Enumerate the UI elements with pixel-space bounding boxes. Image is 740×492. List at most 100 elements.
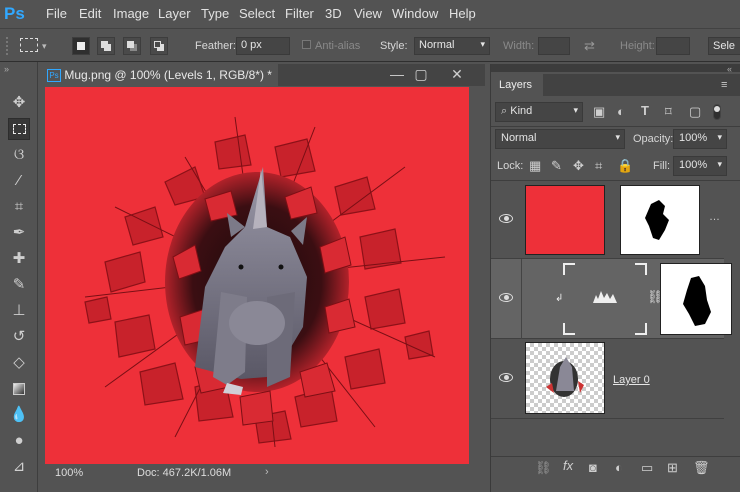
layer-thumbnail (525, 185, 605, 255)
menu-file[interactable]: File (46, 6, 67, 21)
divider (491, 126, 740, 127)
collapse-icon[interactable]: » (4, 64, 9, 74)
restore-icon[interactable]: ▢ (411, 64, 431, 84)
document-status-bar: 100% Doc: 467.2K/1.06M › (45, 464, 469, 482)
swap-icon[interactable]: ⇄ (584, 38, 595, 54)
menu-type[interactable]: Type (201, 6, 229, 21)
minimize-icon[interactable]: — (387, 64, 407, 84)
more-icon: … (709, 211, 720, 223)
menu-edit[interactable]: Edit (79, 6, 101, 21)
panel-menu-icon[interactable]: ≡ (721, 79, 727, 91)
menu-3d[interactable]: 3D (325, 6, 342, 21)
shape-filter-icon[interactable]: ⌑ (665, 104, 672, 120)
document-canvas[interactable] (45, 87, 469, 464)
pixel-filter-icon[interactable]: ▣ (593, 104, 605, 120)
lock-all-icon[interactable]: 🔒 (617, 158, 633, 174)
chevron-down-icon: ▾ (717, 132, 722, 142)
new-selection-button[interactable] (72, 37, 90, 55)
blur-icon[interactable]: 💧 (8, 404, 30, 426)
layer-name[interactable]: Layer 0 (613, 374, 650, 386)
feather-input[interactable]: 0 px (236, 37, 290, 55)
chevron-down-icon: ▾ (573, 105, 578, 115)
menu-image[interactable]: Image (113, 6, 149, 21)
crop-icon[interactable]: ⌗ (8, 196, 30, 218)
lock-position-icon[interactable]: ✥ (573, 158, 584, 174)
move-icon[interactable]: ✥ (8, 92, 30, 114)
zoom-level[interactable]: 100% (55, 467, 83, 479)
layers-tab[interactable]: Layers (491, 74, 543, 96)
link-layers-icon[interactable]: ⛓ (535, 460, 552, 476)
options-bar: ▾ Feather: 0 px Anti-alias Style: Normal… (0, 28, 740, 62)
add-mask-icon[interactable]: ◙ (589, 460, 597, 475)
new-group-icon[interactable]: ▭ (641, 460, 653, 476)
history-brush-icon[interactable]: ↺ (8, 326, 30, 348)
brush-icon[interactable]: ✎ (8, 274, 30, 296)
photoshop-logo: Ps (4, 4, 25, 23)
panel-tabbar: Layers ≡ (491, 74, 740, 96)
lock-image-icon[interactable]: ✎ (551, 158, 562, 174)
blend-mode-value: Normal (501, 132, 537, 144)
menu-view[interactable]: View (354, 6, 382, 21)
magic-wand-icon[interactable]: ⁄ (8, 170, 30, 192)
lock-artboard-icon[interactable]: ⌗ (595, 158, 602, 174)
width-label: Width: (503, 40, 535, 52)
panel-top-strip (491, 64, 740, 72)
search-icon: ⌕ (501, 105, 508, 117)
style-select-value: Normal (419, 39, 455, 51)
layer-filter-select[interactable]: ⌕ Kind ▾ (495, 102, 583, 122)
adjustment-filter-icon[interactable]: ◐ (617, 104, 625, 119)
menu-select[interactable]: Select (239, 6, 275, 21)
trash-icon[interactable]: 🗑 (693, 460, 710, 476)
menu-window[interactable]: Window (392, 6, 438, 21)
opacity-label: Opacity: (633, 133, 674, 145)
fx-icon[interactable]: fx (563, 458, 573, 473)
layer-row-layer-0[interactable]: Layer 0 (491, 339, 724, 419)
fill-input[interactable]: 100% ▾ (673, 156, 727, 176)
select-and-mask-button[interactable]: Sele (708, 37, 740, 55)
add-selection-button[interactable] (97, 37, 115, 55)
style-select[interactable]: Normal ▾ (414, 37, 490, 55)
divider (521, 259, 522, 339)
opacity-input[interactable]: 100% ▾ (673, 129, 727, 149)
healing-icon[interactable]: ✚ (8, 248, 30, 270)
width-input[interactable] (538, 37, 570, 55)
layer-row-levels[interactable]: ↲ ⛓ (491, 259, 732, 339)
lock-transparent-icon[interactable]: ▦ (529, 158, 541, 174)
close-icon[interactable]: ✕ (447, 64, 467, 84)
visibility-eye-icon[interactable] (499, 373, 513, 383)
eyedropper-icon[interactable]: ✒ (8, 222, 30, 244)
stamp-icon[interactable]: ⊥ (8, 300, 30, 322)
intersect-selection-button[interactable] (150, 37, 168, 55)
menu-filter[interactable]: Filter (285, 6, 314, 21)
new-adjustment-icon[interactable]: ◐ (615, 460, 623, 475)
menu-layer[interactable]: Layer (158, 6, 191, 21)
grip-icon (6, 37, 12, 55)
new-layer-icon[interactable]: ⊞ (667, 460, 678, 476)
rect-marquee-preset-icon[interactable] (20, 38, 38, 52)
visibility-eye-icon[interactable] (499, 293, 513, 303)
pen-icon[interactable]: ⊿ (8, 456, 30, 478)
dodge-icon[interactable]: ● (8, 430, 30, 452)
antialias-checkbox[interactable] (302, 40, 311, 49)
layer-filter-value: Kind (510, 105, 533, 117)
smart-object-filter-icon[interactable]: ▢ (689, 104, 701, 120)
document-tab[interactable]: Ps Mug.png @ 100% (Levels 1, RGB/8*) * (41, 64, 278, 86)
filter-toggle[interactable] (713, 104, 721, 120)
chevron-down-icon[interactable]: ▾ (42, 41, 47, 52)
menu-help[interactable]: Help (449, 6, 476, 21)
gradient-icon[interactable] (8, 378, 30, 400)
chevron-right-icon[interactable]: › (265, 466, 269, 478)
lasso-icon[interactable]: ଓ (8, 144, 30, 166)
layer-mask-thumbnail (620, 185, 700, 255)
blend-mode-select[interactable]: Normal ▾ (495, 129, 625, 149)
height-input[interactable] (656, 37, 690, 55)
subtract-selection-button[interactable] (123, 37, 141, 55)
eraser-icon[interactable]: ◇ (8, 352, 30, 374)
visibility-eye-icon[interactable] (499, 214, 513, 224)
type-filter-icon[interactable]: T (641, 103, 649, 118)
layer-row-color-fill[interactable]: … (491, 181, 724, 259)
marquee-icon[interactable] (8, 118, 30, 140)
chevron-down-icon: ▾ (615, 132, 620, 142)
document-tabbar: Ps Mug.png @ 100% (Levels 1, RGB/8*) * —… (41, 64, 485, 86)
collapse-panel-icon[interactable]: « (727, 64, 732, 74)
